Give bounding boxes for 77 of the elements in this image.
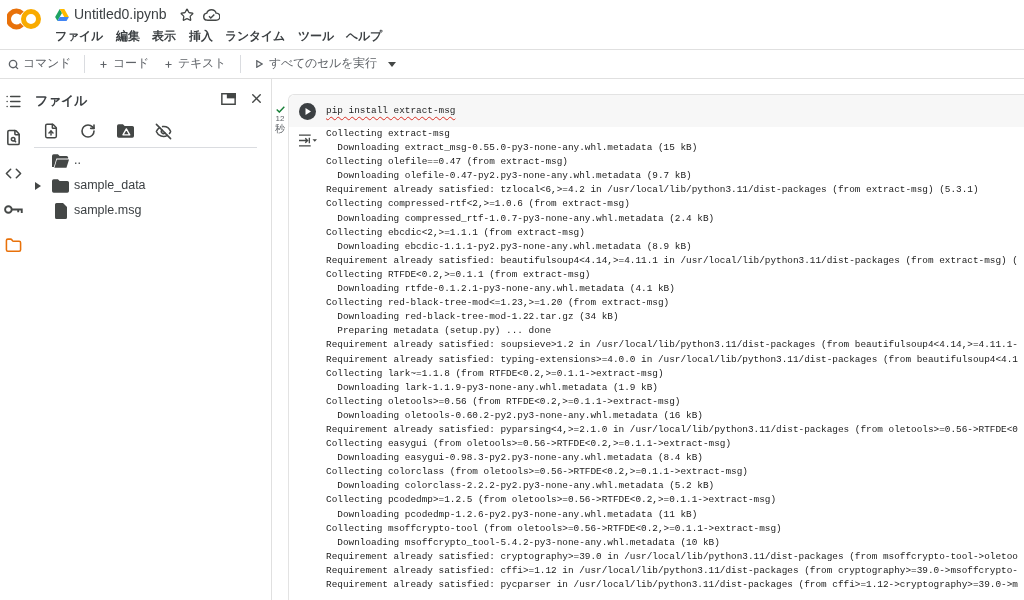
add-cell-button[interactable]: コード [98,53,150,75]
arrow-lines-icon[interactable] [298,134,317,147]
output-line: Collecting compressed-rtf<2,>=1.0.6 (from extract-msg) [326,197,630,212]
output-line: Requirement already satisfied: pyparsing<4,>=2.1.0 in /usr/local/lib/python3.11/dist-packages (from oletools>=0.56->RTFDE<0 [326,422,1018,437]
menu-item[interactable]: ツール [297,27,334,46]
output-line: Collecting ebcdic<2,>=1.1.1 (from extract-msg) [326,225,585,240]
eye-off-icon[interactable] [155,122,172,140]
run-all-button[interactable]: すべてのセルを実行 [255,53,378,75]
output-line: Downloading red-black-tree-mod-1.22.tar.gz (34 kB) [336,310,619,325]
output-line: Requirement already satisfied: pycparser in /usr/local/lib/python3.11/dist-packages (from cffi>=1.12->cryptography>=39.0->m [326,578,1018,592]
close-icon[interactable] [249,91,264,106]
output-line: Downloading rtfde-0.1.2.1-py3-none-any.whl.metadata (4.1 kB) [336,282,675,297]
output-line: Downloading colorclass-2.2.2-py2.py3-none-any.whl.metadata (5.2 kB) [336,479,715,494]
file-name[interactable]: sample.msg [74,201,142,220]
output-line: Downloading pcodedmp-1.2.6-py2.py3-none-any.whl.metadata (11 kB) [336,507,698,522]
output-line: Collecting red-black-tree-mod<=1.23,>=1.20 (from extract-msg) [326,296,670,311]
key-icon[interactable] [3,203,23,215]
output-line: Downloading easygui-0.98.3-py2.py3-none-any.whl.metadata (8.4 kB) [336,451,703,466]
triangle-logo-icon [55,8,69,21]
output-line: Collecting olefile==0.47 (from extract-msg) [326,155,568,170]
file-upload-icon[interactable] [43,123,59,139]
menu-item[interactable]: ランタイム [225,27,285,46]
output-line: Downloading compressed_rtf-1.0.7-py3-none-any.whl.metadata (2.4 kB) [336,211,715,226]
output-line: Collecting lark~=1.1.8 (from RTFDE<0.2,>=0.1.1->extract-msg) [326,366,664,381]
output-line: Requirement already satisfied: soupsieve>1.2 in /usr/local/lib/python3.11/dist-packages (from beautifulsoup4<4.14,>=4.11.1- [326,338,1018,353]
output-line: Downloading lark-1.1.9-py3-none-any.whl.metadata (1.9 kB) [336,380,658,395]
plus-icon [99,59,108,69]
menu-item[interactable]: ヘルプ [346,27,382,46]
output-line: Downloading extract_msg-0.55.0-py3-none-any.whl.metadata (15 kB) [336,141,698,156]
time-unit: 秒 [275,123,285,135]
folder-icon [52,178,69,193]
output-line: Collecting pcodedmp>=1.2.5 (from oletools>=0.56->RTFDE<0.2,>=0.1.1->extract-msg) [326,493,777,508]
triangle-folder-icon[interactable] [117,124,134,138]
output-line: Collecting colorclass (from oletools>=0.56->RTFDE<0.2,>=0.1.1->extract-msg) [326,465,748,480]
play-icon [299,102,316,120]
menu-item[interactable]: 編集 [115,27,140,46]
caret-icon[interactable] [35,181,41,190]
output-line: Downloading ebcdic-1.1.1-py2.py3-none-any.whl.metadata (8.9 kB) [336,239,692,254]
output-line: Collecting msoffcrypto-tool (from oletools>=0.56->RTFDE<0.2,>=0.1.1->extract-msg) [326,521,782,536]
plus-icon [164,59,173,69]
run-button[interactable] [299,102,316,120]
output-line: Requirement already satisfied: tzlocal<6,>=4.2 in /usr/local/lib/python3.11/dist-packages (from extract-msg) (5.3.1) [326,183,979,198]
output-line: Downloading oletools-0.60.2-py2.py3-none-any.whl.metadata (16 kB) [336,408,703,423]
file-name[interactable]: sample_data [74,176,146,195]
output-line: Preparing metadata (setup.py) ... done [336,324,552,339]
menu-item[interactable]: ファイル [55,27,103,46]
logo-icon[interactable] [7,7,41,31]
refresh-icon[interactable] [80,123,96,139]
menu-item[interactable]: 表示 [152,27,176,46]
file-icon [54,202,67,219]
file-name[interactable]: .. [74,151,81,170]
panel-title: ファイル [35,92,87,111]
folder-icon[interactable] [4,236,22,254]
document-search-icon[interactable] [4,128,22,146]
output-line: Collecting oletools>=0.56 (from RTFDE<0.2,>=0.1.1->extract-msg) [326,394,681,409]
output-line: Collecting RTFDE<0.2,>=0.1.1 (from extract-msg) [326,267,591,282]
output-line: Requirement already satisfied: beautifulsoup4<4.14,>=4.11.1 in /usr/local/lib/python3.11/dist-packages (from extract-msg) ( [326,253,1018,268]
output-line: Requirement already satisfied: cryptography>=39.0 in /usr/local/lib/python3.11/dist-packages (from msoffcrypto-tool->oletoo [326,549,1018,564]
output-line: Collecting extract-msg [326,127,450,141]
output-line: Downloading msoffcrypto_tool-5.4.2-py3-none-any.whl.metadata (10 kB) [336,535,720,550]
code-input[interactable]: pip install extract-msg [326,103,456,119]
open-folder-icon [52,153,69,168]
search-icon [8,58,19,70]
cloud-check-icon[interactable] [202,8,220,21]
window-icon[interactable] [221,92,236,105]
elapsed-time: 12 [275,114,285,123]
output-line: Downloading olefile-0.47-py2.py3-none-any.whl.metadata (9.7 kB) [336,169,692,184]
play-icon [256,60,263,68]
output-line: Requirement already satisfied: cffi>=1.12 in /usr/local/lib/python3.11/dist-packages (from cryptography>=39.0->msoffcrypto- [326,563,1018,578]
star-icon[interactable] [179,7,194,22]
command-button[interactable]: コマンド [6,53,73,75]
caret-icon[interactable] [388,61,396,67]
add-cell-button[interactable]: テキスト [163,53,227,75]
output-line: Collecting easygui (from oletools>=0.56->RTFDE<0.2,>=0.1.1->extract-msg) [326,437,732,452]
output-line: Requirement already satisfied: typing-extensions>=4.0.0 in /usr/local/lib/python3.11/dist-packages (from beautifulsoup4<4.1 [326,352,1018,367]
menu-item[interactable]: 挿入 [188,27,213,46]
notebook-title[interactable]: Untitled0.ipynb [74,5,167,24]
